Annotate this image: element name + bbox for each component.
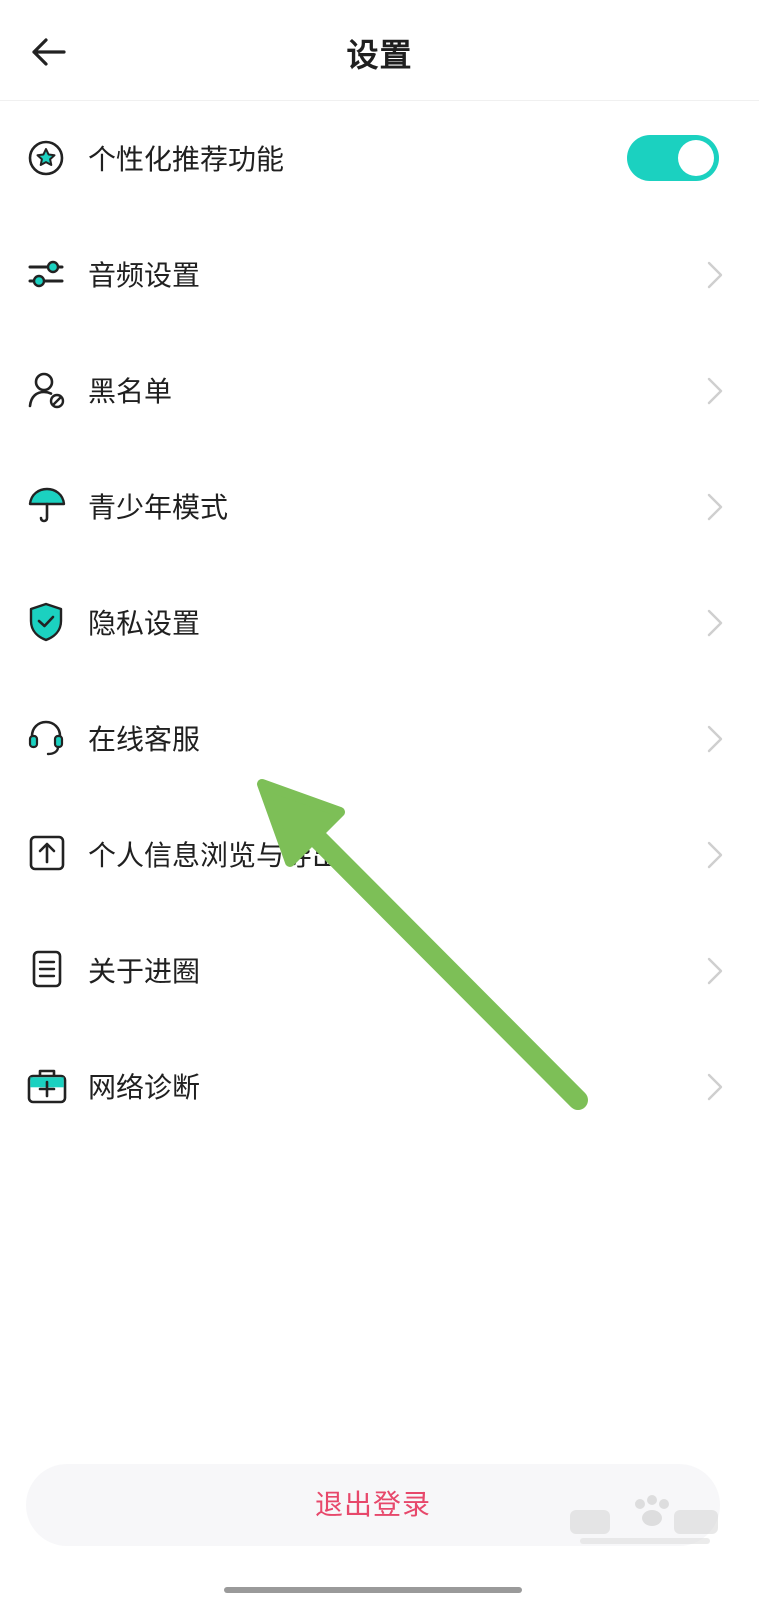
chevron-right-icon bbox=[707, 609, 723, 637]
settings-item-label: 黑名单 bbox=[88, 375, 173, 408]
umbrella-icon bbox=[28, 487, 66, 523]
settings-item-about[interactable]: 关于进圈 bbox=[0, 912, 759, 1028]
upload-icon bbox=[29, 835, 65, 871]
settings-item-label: 隐私设置 bbox=[88, 607, 201, 640]
top-bar: 设置 bbox=[0, 0, 759, 101]
medkit-icon bbox=[27, 1069, 67, 1104]
settings-item-teen-mode[interactable]: 青少年模式 bbox=[0, 448, 759, 564]
settings-item-personalized-recommendation[interactable]: 个性化推荐功能 bbox=[0, 100, 759, 216]
settings-item-label: 在线客服 bbox=[88, 723, 201, 756]
shield-check-icon bbox=[29, 602, 63, 642]
headset-icon bbox=[28, 720, 64, 756]
page-title: 设置 bbox=[346, 36, 413, 74]
chevron-right-icon bbox=[707, 493, 723, 521]
toggle-knob bbox=[678, 140, 714, 176]
settings-list: 个性化推荐功能 音频设置 黑名单 青少年模式 隐私设置 在线客服 个人信息浏览与… bbox=[0, 100, 759, 1144]
settings-item-privacy[interactable]: 隐私设置 bbox=[0, 564, 759, 680]
star-badge-icon bbox=[28, 140, 64, 176]
chevron-right-icon bbox=[707, 957, 723, 985]
user-block-icon bbox=[28, 372, 65, 409]
watermark-logo-icon bbox=[570, 1495, 718, 1544]
settings-item-personal-info-export[interactable]: 个人信息浏览与导出 bbox=[0, 796, 759, 912]
chevron-right-icon bbox=[707, 261, 723, 289]
settings-item-online-service[interactable]: 在线客服 bbox=[0, 680, 759, 796]
settings-item-label: 网络诊断 bbox=[88, 1071, 201, 1104]
settings-item-label: 青少年模式 bbox=[88, 491, 229, 524]
home-indicator bbox=[224, 1587, 522, 1593]
chevron-right-icon bbox=[707, 841, 723, 869]
settings-item-label: 音频设置 bbox=[88, 259, 201, 292]
settings-item-label: 个性化推荐功能 bbox=[88, 143, 285, 176]
chevron-right-icon bbox=[707, 377, 723, 405]
chevron-right-icon bbox=[707, 1073, 723, 1101]
settings-item-blacklist[interactable]: 黑名单 bbox=[0, 332, 759, 448]
sliders-icon bbox=[28, 260, 64, 288]
personalized-recommendation-toggle[interactable] bbox=[627, 135, 719, 181]
settings-item-label: 关于进圈 bbox=[88, 955, 201, 988]
settings-item-label: 个人信息浏览与导出 bbox=[88, 839, 341, 872]
settings-item-network-diagnosis[interactable]: 网络诊断 bbox=[0, 1028, 759, 1144]
document-icon bbox=[32, 950, 62, 988]
chevron-right-icon bbox=[707, 725, 723, 753]
settings-item-audio[interactable]: 音频设置 bbox=[0, 216, 759, 332]
